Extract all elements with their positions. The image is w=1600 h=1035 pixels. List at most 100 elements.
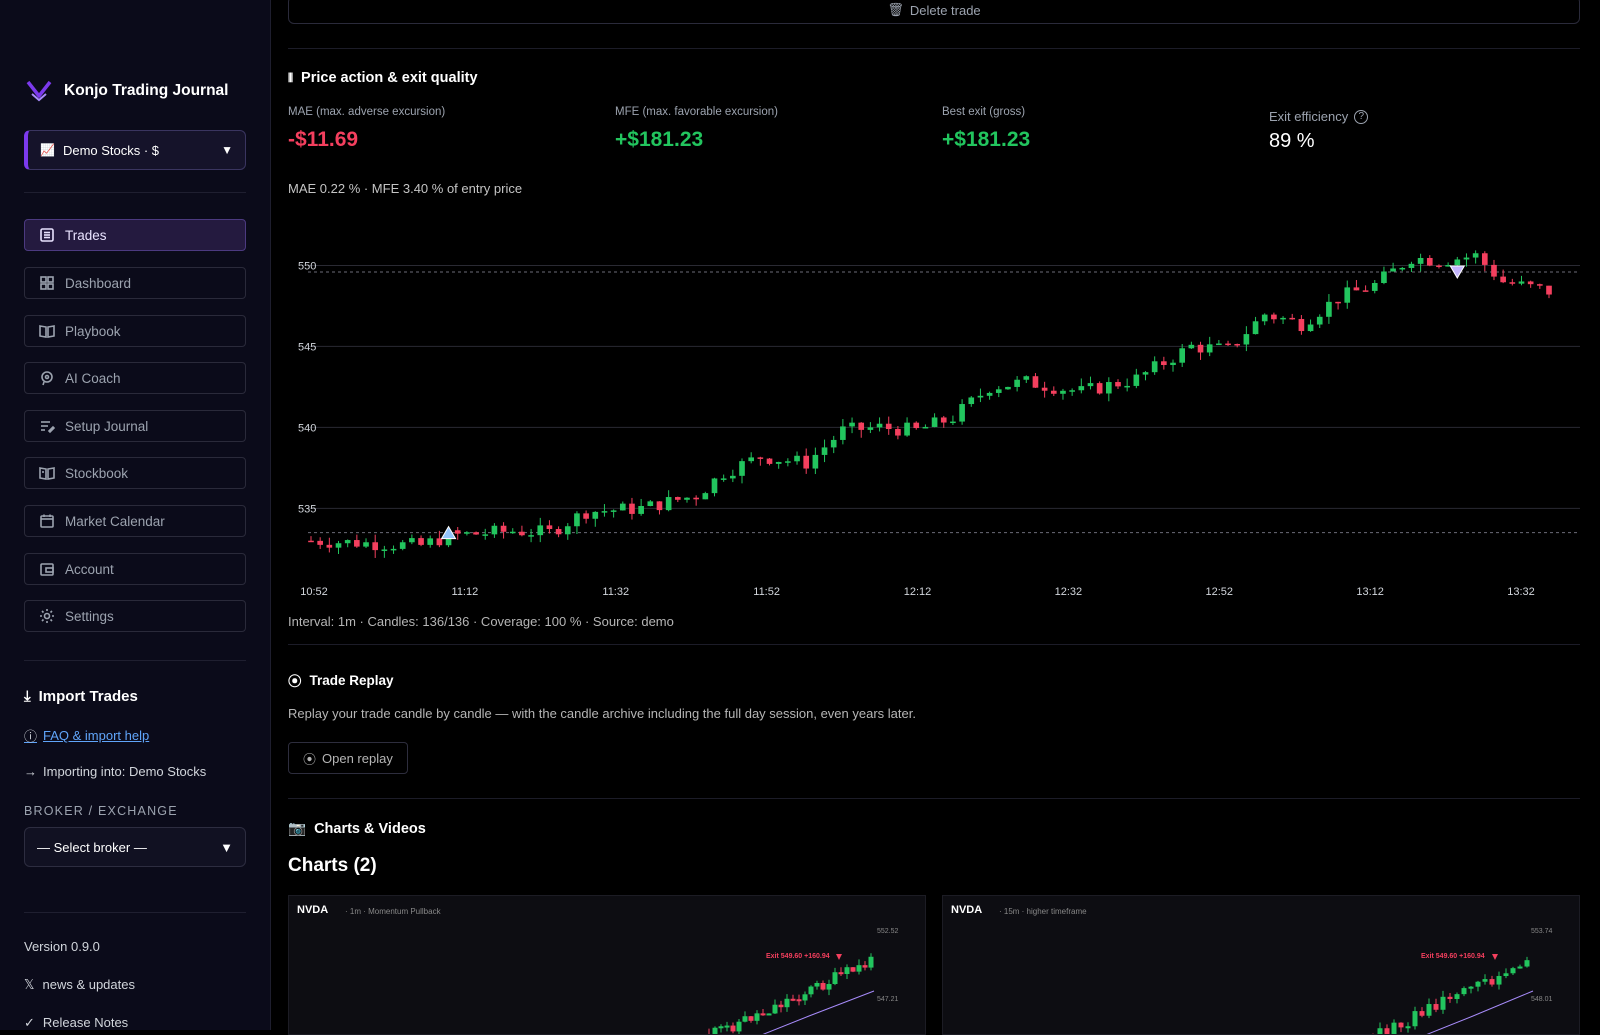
sidebar-item-account[interactable]: Account (24, 553, 246, 585)
candle-body (464, 532, 470, 534)
book-open-icon (39, 325, 55, 338)
mini-hi-label: 552.52 (877, 928, 899, 935)
faq-link-label: FAQ & import help (43, 728, 150, 743)
mfe-label: MFE (max. favorable excursion) (615, 106, 778, 118)
mae-label: MAE (max. adverse excursion) (288, 106, 446, 118)
brand[interactable]: Konjo Trading Journal (26, 80, 228, 102)
candle-body (1170, 362, 1176, 366)
faq-link[interactable]: ⓘ FAQ & import help (24, 726, 149, 745)
sidebar-item-settings[interactable]: Settings (24, 600, 246, 632)
exit-efficiency-value: 89 % (1269, 130, 1315, 152)
candle-body (794, 455, 800, 462)
candle-body (1206, 344, 1213, 353)
candle-body (1225, 343, 1231, 346)
mini-candle-body (1517, 966, 1523, 969)
candle-body (867, 427, 874, 430)
candle-body (656, 501, 663, 511)
candle-body (1546, 285, 1552, 295)
sidebar-item-label: Market Calendar (65, 513, 165, 529)
thumb-chart: Exit 549.60 +160.94 552.52 547.21 (708, 928, 899, 1034)
candle-body (1005, 386, 1011, 390)
mini-candle-body (724, 1025, 730, 1028)
mini-candle-body (784, 998, 790, 1008)
mini-candle-body (862, 965, 868, 968)
candle-body (1050, 390, 1057, 394)
candle-body (1417, 257, 1424, 264)
divider (24, 912, 246, 913)
sidebar-item-stockbook[interactable]: Stockbook (24, 457, 246, 489)
candle-body (583, 513, 589, 519)
candle-body (830, 439, 837, 448)
candle-body (409, 538, 415, 543)
news-label: news & updates (42, 977, 135, 992)
chart-thumbnail[interactable]: NVDA · 1m · Momentum Pullback Exit 549.6… (288, 895, 926, 1035)
chart-thumbnail[interactable]: NVDA · 15m · higher timeframe Exit 549.6… (942, 895, 1580, 1035)
mini-candle-body (730, 1025, 736, 1032)
candle-body (1060, 390, 1066, 394)
sidebar-item-market-calendar[interactable]: Market Calendar (24, 505, 246, 537)
broker-select-value: — Select broker — (37, 839, 147, 855)
candle-body (1371, 283, 1378, 291)
sidebar-item-label: Stockbook (65, 465, 129, 481)
candle-body (858, 422, 865, 430)
candle-body (1527, 281, 1534, 285)
mini-candle-body (754, 1013, 760, 1021)
help-circle-icon: ⓘ (24, 729, 38, 744)
mini-exit-label: Exit 549.60 +160.94 (766, 953, 830, 960)
candle-body (739, 461, 745, 476)
mini-candle-body (748, 1016, 754, 1021)
candle-body (1491, 264, 1497, 277)
candle-body (1289, 317, 1296, 320)
candle-body (381, 549, 388, 551)
mini-exit-marker (836, 954, 842, 960)
candle-body (1124, 385, 1130, 388)
candle-body (555, 529, 562, 535)
release-notes-link[interactable]: ✓ Release Notes (24, 1015, 128, 1031)
y-tick-label: 535 (298, 503, 316, 515)
account-select[interactable]: 📈 Demo Stocks · $ ▼ (24, 130, 246, 170)
mae-value: -$11.69 (288, 128, 359, 151)
mini-candle-body (1405, 1026, 1411, 1029)
help-circle-icon[interactable]: ? (1354, 109, 1369, 124)
candle-body (1399, 267, 1406, 270)
price-action-title: ⫴ Price action & exit quality (288, 70, 478, 86)
candle-body (564, 526, 571, 535)
x-tick-label: 12:32 (1055, 586, 1083, 598)
mini-candle-body (856, 965, 862, 972)
sidebar-item-trades[interactable]: Trades (24, 219, 246, 251)
sidebar: Konjo Trading Journal 📈 Demo Stocks · $ … (0, 0, 271, 1030)
news-link[interactable]: 𝕏 news & updates (24, 977, 135, 993)
mini-candle-body (718, 1026, 724, 1029)
candle-body (1335, 301, 1341, 304)
candle-body (427, 538, 434, 545)
sidebar-item-ai-coach[interactable]: AI Coach (24, 362, 246, 394)
importing-into: → Importing into: Demo Stocks (24, 764, 206, 779)
candle-body (1252, 321, 1259, 335)
sidebar-item-setup-journal[interactable]: Setup Journal (24, 410, 246, 442)
candle-body (693, 497, 699, 500)
broker-select[interactable]: — Select broker — ▼ (24, 827, 246, 867)
delete-trade-button[interactable]: 🗑 Delete trade (288, 0, 1580, 24)
open-replay-button[interactable]: ⦿ Open replay (288, 742, 408, 774)
candle-body (592, 511, 599, 519)
candle-body (629, 503, 635, 514)
exit-efficiency-label: Exit efficiency (1269, 109, 1349, 124)
mini-exit-label: Exit 549.60 +160.94 (1421, 953, 1485, 960)
delete-trade-label: Delete trade (909, 2, 981, 18)
mini-candle-body (1426, 1004, 1432, 1016)
candle-body (1032, 376, 1039, 388)
mini-candle-body (790, 998, 796, 1001)
import-trades-label: Import Trades (38, 688, 138, 705)
candle-body (1537, 284, 1543, 286)
trade-replay-title: ⦿ Trade Replay (288, 670, 394, 690)
mini-candle-body (1503, 973, 1509, 977)
candle-body (537, 525, 544, 536)
release-notes-label: Release Notes (42, 1015, 129, 1030)
sidebar-item-playbook[interactable]: Playbook (24, 315, 246, 347)
sidebar-item-dashboard[interactable]: Dashboard (24, 267, 246, 299)
import-trades-title: ⤓ Import Trades (24, 688, 138, 705)
candle-body (1463, 257, 1470, 260)
candle-body (354, 540, 360, 547)
candle-body (528, 535, 534, 537)
price-chart[interactable]: 535 540 545 550 10:52 11:12 11:32 11:52 12:12 12:… (271, 225, 1600, 605)
